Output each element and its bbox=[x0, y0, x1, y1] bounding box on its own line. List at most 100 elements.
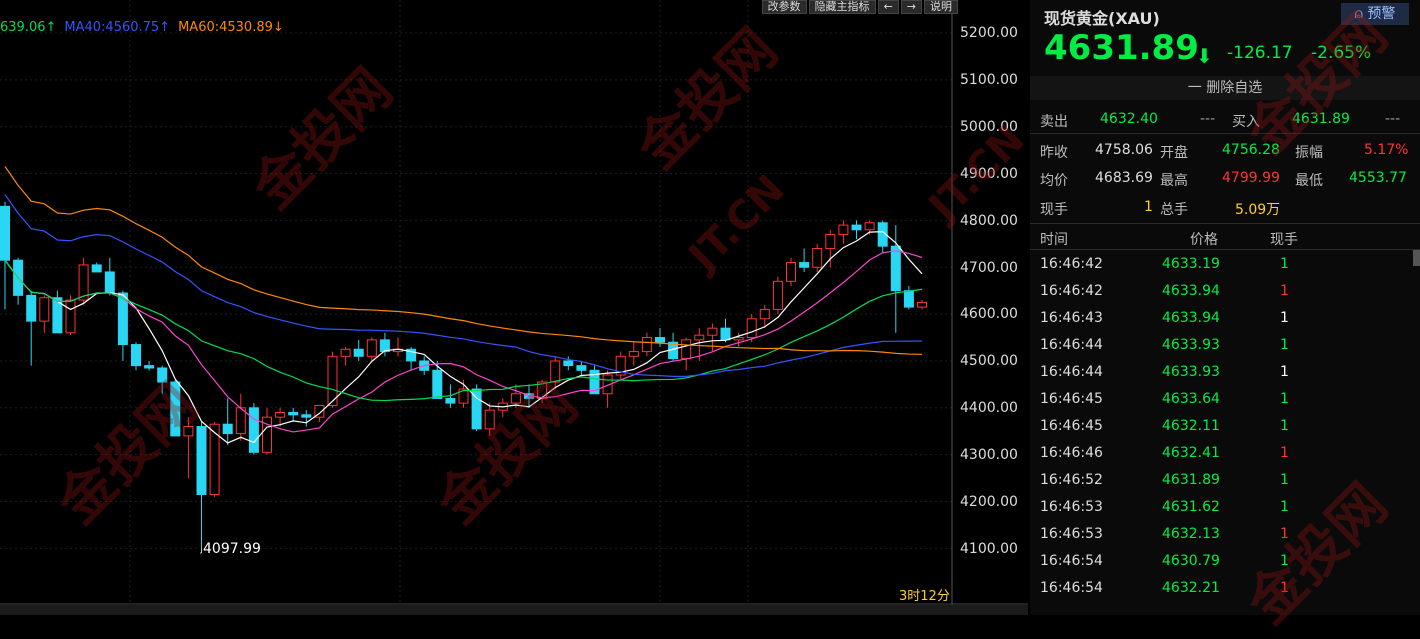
candle bbox=[39, 297, 50, 322]
stat-value: 4683.69 bbox=[1095, 170, 1153, 186]
ma-legend-item-2: MA40:4560.75↑ bbox=[64, 20, 171, 35]
ma-legend: 639.06↑ MA40:4560.75↑ MA60:4530.89↓ bbox=[0, 20, 292, 35]
tick-price: 4633.94 bbox=[1162, 283, 1220, 299]
candle bbox=[196, 426, 207, 495]
candle bbox=[864, 222, 875, 231]
stats-row-2: 均价 4683.69 最高 4799.99 最低 4553.77 bbox=[1030, 165, 1420, 191]
candle bbox=[851, 224, 862, 231]
candle bbox=[26, 294, 37, 322]
sell-value: 4632.40 bbox=[1100, 111, 1158, 127]
ma-legend-item-3: MA60:4530.89↓ bbox=[178, 20, 284, 35]
candle bbox=[484, 409, 495, 430]
stats-row-1: 昨收 4758.06 开盘 4756.28 振幅 5.17% bbox=[1030, 137, 1420, 163]
tick-volume: 1 bbox=[1280, 283, 1289, 299]
candle bbox=[772, 280, 783, 310]
tick-time: 16:46:43 bbox=[1040, 310, 1103, 326]
tick-price: 4631.89 bbox=[1162, 472, 1220, 488]
help-button[interactable]: 说明 bbox=[924, 0, 958, 14]
candle bbox=[353, 348, 364, 357]
candle bbox=[707, 327, 718, 336]
tick-price: 4632.41 bbox=[1162, 445, 1220, 461]
y-axis-label: 4100.00 bbox=[960, 541, 1018, 557]
candle bbox=[432, 369, 443, 399]
tick-price: 4633.94 bbox=[1162, 310, 1220, 326]
stat-label: 总手 bbox=[1160, 202, 1188, 218]
tick-price: 4632.21 bbox=[1162, 580, 1220, 596]
tick-volume: 1 bbox=[1280, 445, 1289, 461]
tick-volume: 1 bbox=[1280, 553, 1289, 569]
candle bbox=[366, 339, 377, 357]
candle bbox=[733, 337, 744, 341]
candle bbox=[838, 224, 849, 235]
last-price: 4631.89 bbox=[1044, 28, 1199, 68]
candle bbox=[275, 411, 286, 418]
tick-volume: 1 bbox=[1280, 391, 1289, 407]
remove-watchlist-button[interactable]: 一 删除自选 bbox=[1030, 76, 1420, 100]
divider bbox=[1030, 133, 1420, 134]
y-axis-label: 4900.00 bbox=[960, 166, 1018, 182]
bid-ask-row: 卖出 4632.40 --- 买入 4631.89 --- bbox=[1030, 106, 1420, 132]
tick-price: 4633.19 bbox=[1162, 256, 1220, 272]
candle bbox=[890, 245, 901, 292]
time-remaining: 3时12分 bbox=[899, 589, 950, 604]
hide-main-indicator-button[interactable]: 隐藏主指标 bbox=[808, 0, 876, 14]
candle bbox=[550, 360, 561, 383]
candle bbox=[641, 337, 652, 353]
tick-row: 16:46:54 4630.79 1 bbox=[1030, 548, 1420, 575]
candle bbox=[104, 271, 115, 294]
chart-area[interactable]: 639.06↑ MA40:4560.75↑ MA60:4530.89↓ 改参数 隐藏… bbox=[0, 0, 1028, 615]
sell-label: 卖出 bbox=[1040, 114, 1068, 130]
candle bbox=[799, 262, 810, 268]
candle bbox=[288, 411, 299, 416]
ma5-line bbox=[4, 231, 923, 444]
stat-value: 4553.77 bbox=[1349, 170, 1407, 186]
candle bbox=[65, 299, 76, 334]
y-axis-label: 4500.00 bbox=[960, 353, 1018, 369]
scroll-left-button[interactable]: ← bbox=[877, 0, 899, 14]
candle bbox=[720, 327, 731, 341]
tick-row: 16:46:42 4633.94 1 bbox=[1030, 278, 1420, 305]
stat-value: 5.17% bbox=[1364, 142, 1409, 158]
y-axis-label: 5200.00 bbox=[960, 25, 1018, 41]
tick-row: 16:46:44 4633.93 1 bbox=[1030, 332, 1420, 359]
tick-row: 16:46:53 4631.62 1 bbox=[1030, 494, 1420, 521]
divider bbox=[1030, 249, 1420, 250]
candle bbox=[681, 339, 692, 360]
edit-params-button[interactable]: 改参数 bbox=[761, 0, 807, 14]
tick-row: 16:46:45 4632.11 1 bbox=[1030, 413, 1420, 440]
divider bbox=[1030, 223, 1420, 224]
tick-row: 16:46:43 4633.94 1 bbox=[1030, 305, 1420, 332]
tick-price: 4633.64 bbox=[1162, 391, 1220, 407]
alert-button[interactable]: ⍝ 预警 bbox=[1341, 3, 1409, 25]
quote-panel: 现货黄金(XAU) ⍝ 预警 4631.89 ⬇ -126.17 -2.65% … bbox=[1030, 0, 1420, 615]
candle bbox=[694, 334, 705, 341]
candle bbox=[340, 348, 351, 357]
ma-legend-item-1: 639.06↑ bbox=[0, 20, 57, 35]
tick-time: 16:46:45 bbox=[1040, 418, 1103, 434]
y-axis-label: 5100.00 bbox=[960, 72, 1018, 88]
scroll-right-button[interactable]: → bbox=[900, 0, 922, 14]
candle bbox=[746, 318, 757, 339]
price-change-pct: -2.65% bbox=[1311, 43, 1372, 63]
low-price-marker: 4097.99 bbox=[203, 541, 261, 557]
tick-row: 16:46:46 4632.41 1 bbox=[1030, 440, 1420, 467]
tick-price: 4631.62 bbox=[1162, 499, 1220, 515]
horizontal-scrollbar[interactable] bbox=[0, 605, 1028, 615]
bell-icon: ⍝ bbox=[1354, 6, 1368, 22]
tick-price: 4633.93 bbox=[1162, 337, 1220, 353]
candlestick-plot[interactable] bbox=[0, 0, 1028, 605]
candle bbox=[170, 381, 181, 437]
candle bbox=[655, 337, 665, 343]
y-axis-label: 4600.00 bbox=[960, 306, 1018, 322]
stat-value: 1 bbox=[1144, 199, 1153, 215]
y-axis-label: 4300.00 bbox=[960, 447, 1018, 463]
tick-time: 16:46:44 bbox=[1040, 337, 1103, 353]
candle bbox=[510, 393, 521, 404]
candle bbox=[301, 414, 312, 418]
tick-time: 16:46:44 bbox=[1040, 364, 1103, 380]
y-axis-label: 4400.00 bbox=[960, 400, 1018, 416]
stat-value: 4758.06 bbox=[1095, 142, 1153, 158]
tick-volume: 1 bbox=[1280, 526, 1289, 542]
alert-label: 预警 bbox=[1367, 6, 1396, 22]
tick-time: 16:46:54 bbox=[1040, 580, 1103, 596]
